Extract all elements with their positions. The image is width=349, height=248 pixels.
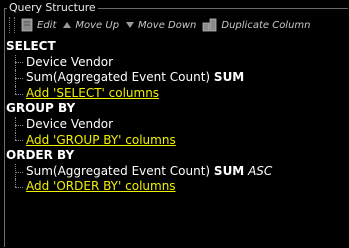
query-tree: SELECT Device Vendor Sum(Aggregated Even…: [6, 39, 349, 248]
tree-item-label: Sum(Aggregated Event Count): [26, 70, 211, 85]
move-up-button[interactable]: Move Up: [62, 20, 119, 31]
tree-item-label: Sum(Aggregated Event Count): [26, 163, 211, 178]
order-by-item-sum-event-count[interactable]: Sum(Aggregated Event Count) SUM ASC: [6, 163, 349, 180]
add-order-by-columns-row: Add 'ORDER BY' columns: [6, 179, 349, 195]
add-order-by-columns-link[interactable]: Add 'ORDER BY' columns: [26, 179, 176, 193]
order-by-header[interactable]: ORDER BY: [6, 148, 349, 164]
add-select-columns-link[interactable]: Add 'SELECT' columns: [26, 86, 159, 100]
sort-order-label: ASC: [248, 163, 273, 178]
toolbar: Edit Move Up Move Down Duplicate Column: [9, 14, 349, 36]
add-group-by-columns-link[interactable]: Add 'GROUP BY' columns: [26, 133, 176, 147]
select-header[interactable]: SELECT: [6, 39, 349, 55]
toolbar-grip[interactable]: [9, 17, 15, 33]
panel-title: Query Structure: [7, 1, 98, 14]
edit-label: Edit: [37, 19, 57, 31]
move-down-icon: [125, 21, 135, 29]
duplicate-icon: [202, 18, 218, 32]
move-down-button[interactable]: Move Down: [125, 20, 196, 31]
group-by-header[interactable]: GROUP BY: [6, 101, 349, 117]
move-down-label: Move Down: [138, 19, 197, 31]
duplicate-label: Duplicate Column: [221, 19, 311, 31]
add-select-columns-row: Add 'SELECT' columns: [6, 85, 349, 102]
select-item-sum-event-count[interactable]: Sum(Aggregated Event Count) SUM: [6, 70, 349, 86]
aggregate-func-label: SUM: [213, 163, 245, 178]
move-up-icon: [62, 21, 72, 29]
select-item-device-vendor[interactable]: Device Vendor: [6, 54, 349, 71]
edit-icon: [21, 18, 34, 32]
tree-item-label: Device Vendor: [26, 54, 114, 69]
add-group-by-columns-row: Add 'GROUP BY' columns: [6, 132, 349, 149]
edit-button[interactable]: Edit: [21, 18, 56, 32]
aggregate-func-label: SUM: [213, 70, 245, 85]
duplicate-column-button[interactable]: Duplicate Column: [202, 18, 311, 32]
group-by-item-device-vendor[interactable]: Device Vendor: [6, 116, 349, 133]
move-up-label: Move Up: [75, 19, 120, 31]
tree-item-label: Device Vendor: [26, 116, 114, 131]
